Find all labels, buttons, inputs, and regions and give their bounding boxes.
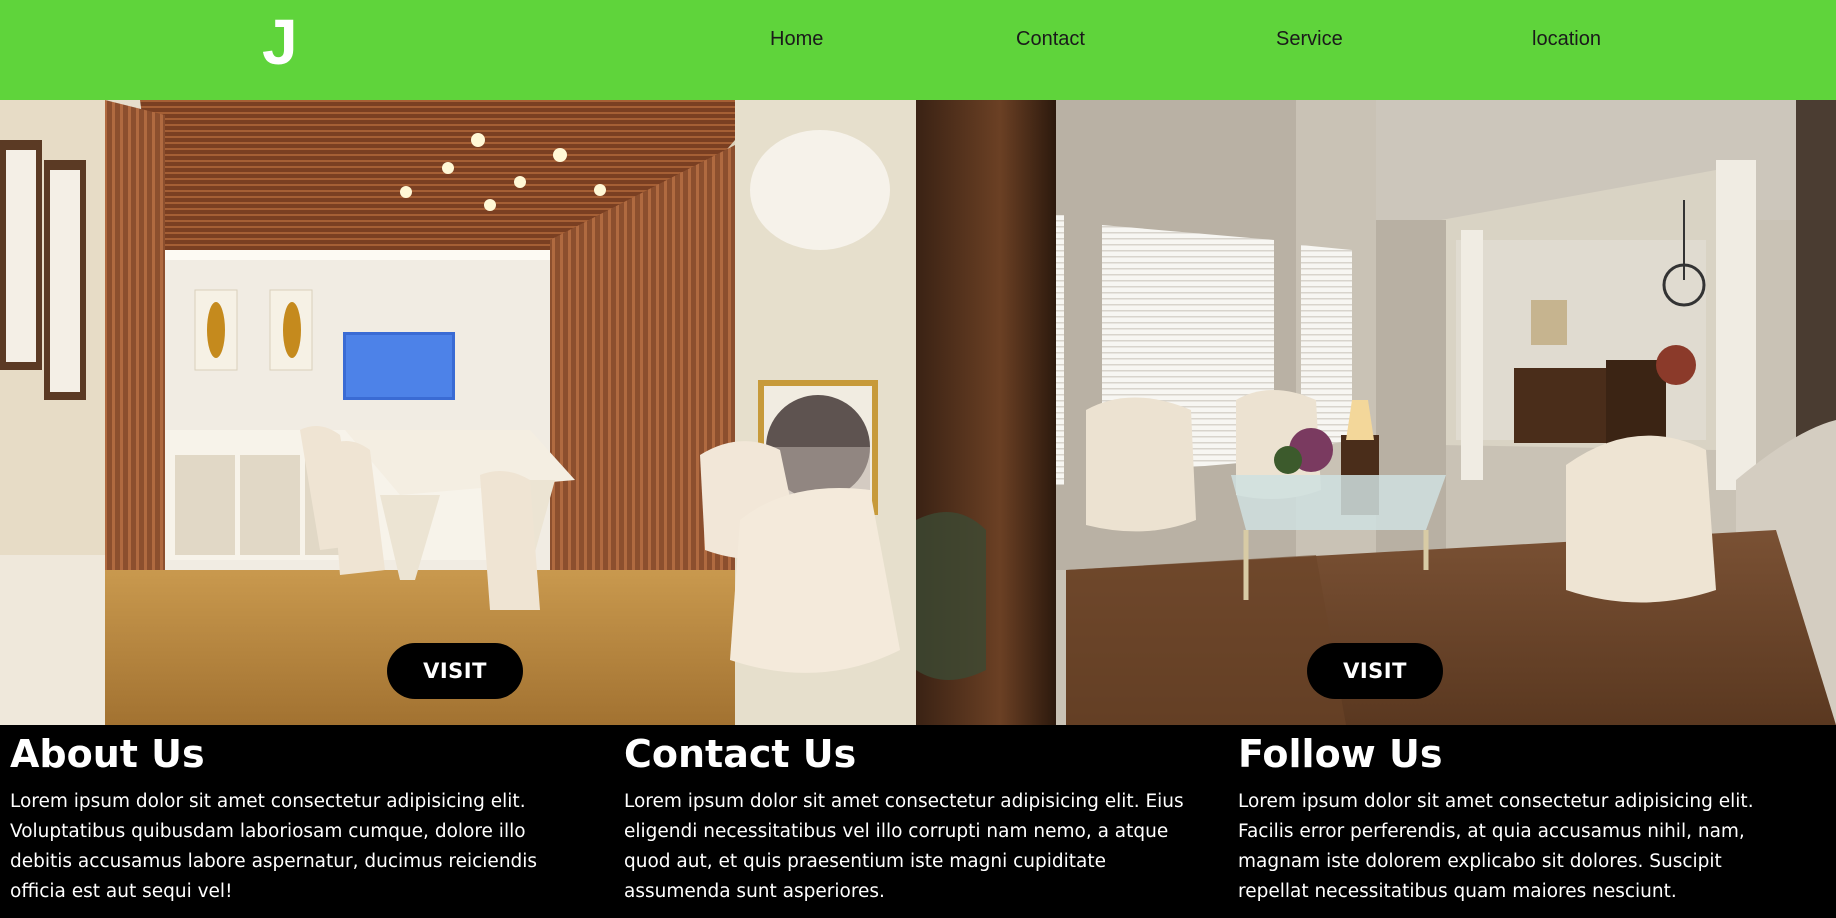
contact-section: Contact Us Lorem ipsum dolor sit amet co… [624,725,1204,907]
about-title: About Us [10,732,205,776]
nav-link-location[interactable]: location [1532,28,1601,51]
follow-title: Follow Us [1238,732,1443,776]
follow-text: Lorem ipsum dolor sit amet consectetur a… [1238,791,1754,902]
about-text: Lorem ipsum dolor sit amet consectetur a… [10,791,538,902]
hero-section: VISIT VISIT [0,100,1836,725]
visit-button-left[interactable]: VISIT [387,643,523,699]
hero-panel-office: VISIT [0,100,916,725]
nav-link-service[interactable]: Service [1276,28,1343,51]
nav-link-contact[interactable]: Contact [1016,28,1085,51]
follow-section: Follow Us Lorem ipsum dolor sit amet con… [1238,725,1798,907]
nav-link-home[interactable]: Home [770,28,823,51]
footer: About Us Lorem ipsum dolor sit amet cons… [0,725,1836,918]
office-interior-image [0,100,916,725]
contact-text: Lorem ipsum dolor sit amet consectetur a… [624,791,1184,902]
navbar: J Home Contact Service location [0,0,1836,100]
about-section: About Us Lorem ipsum dolor sit amet cons… [10,725,590,907]
logo[interactable]: J [262,6,298,78]
visit-button-right[interactable]: VISIT [1307,643,1443,699]
contact-title: Contact Us [624,732,857,776]
living-room-image [916,100,1836,725]
hero-panel-living-room: VISIT [916,100,1836,725]
